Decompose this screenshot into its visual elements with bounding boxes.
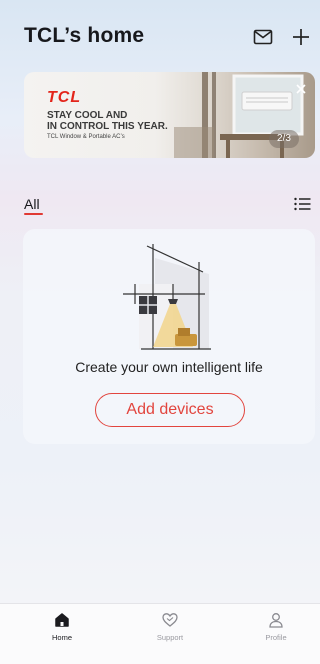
home-icon bbox=[55, 613, 69, 627]
smart-home-illustration bbox=[123, 244, 211, 350]
empty-state-message: Create your own intelligent life bbox=[75, 359, 263, 375]
tab-all-indicator bbox=[24, 213, 43, 215]
close-icon bbox=[296, 84, 306, 94]
add-button[interactable] bbox=[290, 26, 312, 48]
page-title[interactable]: TCL’s home bbox=[24, 24, 144, 48]
tab-all[interactable]: All bbox=[24, 196, 40, 212]
nav-label-profile: Profile bbox=[265, 633, 287, 642]
bottom-nav: Home Support Profile bbox=[0, 603, 320, 664]
banner-close-button[interactable] bbox=[295, 82, 307, 94]
add-devices-button[interactable]: Add devices bbox=[95, 393, 245, 427]
profile-icon bbox=[269, 613, 283, 628]
support-heart-icon bbox=[162, 613, 178, 627]
plus-icon bbox=[293, 29, 309, 45]
banner-headline-2: IN CONTROL THIS YEAR. bbox=[47, 121, 168, 132]
list-view-icon bbox=[294, 197, 311, 211]
nav-item-home[interactable]: Home bbox=[22, 604, 102, 664]
nav-item-support[interactable]: Support bbox=[130, 604, 210, 664]
list-view-button[interactable] bbox=[294, 197, 311, 211]
header: TCL’s home bbox=[0, 0, 320, 70]
banner-headline-1: STAY COOL AND bbox=[47, 110, 128, 121]
nav-label-support: Support bbox=[156, 633, 184, 642]
nav-item-profile[interactable]: Profile bbox=[236, 604, 316, 664]
banner-brand: TCL bbox=[47, 89, 82, 106]
banner-subline: TCL Window & Portable AC’s bbox=[47, 134, 125, 140]
nav-label-home: Home bbox=[51, 633, 72, 642]
mail-button[interactable] bbox=[253, 29, 273, 45]
mail-icon bbox=[253, 29, 273, 45]
banner-pager: 2/3 bbox=[269, 130, 299, 148]
